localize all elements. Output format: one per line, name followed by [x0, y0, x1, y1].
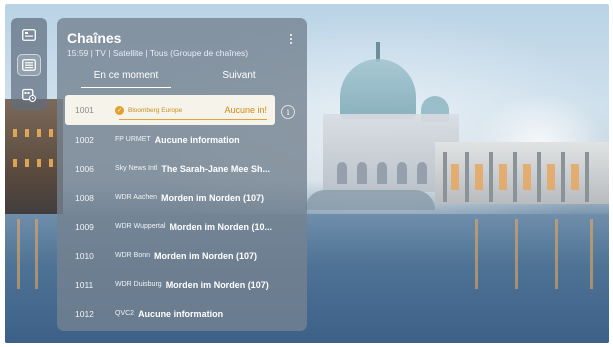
channel-number: 1006	[75, 163, 94, 174]
light-reflection	[35, 219, 38, 289]
channel-number: 1010	[75, 250, 94, 261]
channel-number: 1012	[75, 308, 94, 319]
channel-row-1001[interactable]: 1001 ✓ Bloomberg Europe Aucune in!	[65, 95, 275, 125]
channel-list-button[interactable]	[17, 54, 41, 76]
light-reflection	[515, 219, 518, 289]
channel-row-1012[interactable]: 1012 QVC2 Aucune information	[65, 299, 299, 328]
progress-line	[119, 119, 267, 120]
channel-row-1002[interactable]: 1002 FP URMET Aucune information	[65, 125, 299, 154]
left-building	[5, 99, 63, 224]
channel-number: 1011	[75, 279, 94, 290]
channel-row-1008[interactable]: 1008 WDR Aachen Morden im Norden (107)	[65, 183, 299, 212]
program-title: Morden im Norden (107)	[165, 279, 269, 290]
tv-guide-button[interactable]	[17, 24, 41, 46]
nav-rail	[11, 18, 47, 110]
channel-name: WDR Duisburg	[115, 281, 162, 288]
channel-number: 1009	[75, 221, 94, 232]
program-title: Morden im Norden (107)	[154, 250, 258, 261]
favorite-check-icon: ✓	[115, 105, 124, 115]
channels-panel: Chaînes 15:59 | TV | Satellite | Tous (G…	[57, 18, 307, 331]
cathedral-dome	[340, 59, 416, 119]
channel-name: WDR Bonn	[115, 252, 151, 259]
tab-now[interactable]: En ce moment	[81, 68, 171, 90]
channel-name: WDR Aachen	[115, 194, 158, 201]
more-options-icon[interactable]	[289, 34, 293, 46]
light-reflection	[17, 219, 20, 289]
light-reflection	[475, 219, 478, 289]
light-reflection	[555, 219, 558, 289]
panel-subtitle: 15:59 | TV | Satellite | Tous (Groupe de…	[67, 48, 249, 58]
schedule-button[interactable]	[17, 84, 41, 106]
channel-name: Bloomberg Europe	[128, 106, 183, 114]
channel-number: 1008	[75, 192, 94, 203]
program-title: Aucune information	[138, 308, 224, 319]
channel-list-icon	[22, 59, 36, 71]
program-title: Morden im Norden (10...	[169, 221, 272, 232]
tv-guide-icon	[22, 29, 36, 41]
program-title: Aucune information	[154, 134, 240, 145]
channel-name: Sky News Intl	[115, 165, 158, 172]
tab-next[interactable]: Suivant	[199, 68, 279, 90]
channel-number: 1001	[75, 105, 94, 115]
channel-name: QVC2	[115, 310, 135, 317]
colonnade	[435, 142, 609, 204]
program-title: Morden im Norden (107)	[161, 192, 265, 203]
channel-row-1009[interactable]: 1009 WDR Wuppertal Morden im Norden (10.…	[65, 212, 299, 241]
bridge	[305, 190, 435, 210]
channel-number: 1002	[75, 134, 94, 145]
channel-row-1006[interactable]: 1006 Sky News Intl The Sarah-Jane Mee Sh…	[65, 154, 299, 183]
schedule-icon	[22, 88, 36, 102]
channel-name: WDR Wuppertal	[115, 223, 166, 230]
program-title: Aucune in!	[224, 105, 267, 115]
program-title: The Sarah-Jane Mee Sh...	[161, 163, 270, 174]
panel-title: Chaînes	[67, 30, 122, 46]
channel-row-1010[interactable]: 1010 WDR Bonn Morden im Norden (107)	[65, 241, 299, 270]
channel-row-1011[interactable]: 1011 WDR Duisburg Morden im Norden (107)	[65, 270, 299, 299]
info-icon[interactable]: i	[281, 105, 295, 119]
channel-name: FP URMET	[115, 136, 151, 143]
light-reflection	[590, 219, 593, 289]
tab-bar: En ce moment Suivant	[67, 68, 297, 90]
